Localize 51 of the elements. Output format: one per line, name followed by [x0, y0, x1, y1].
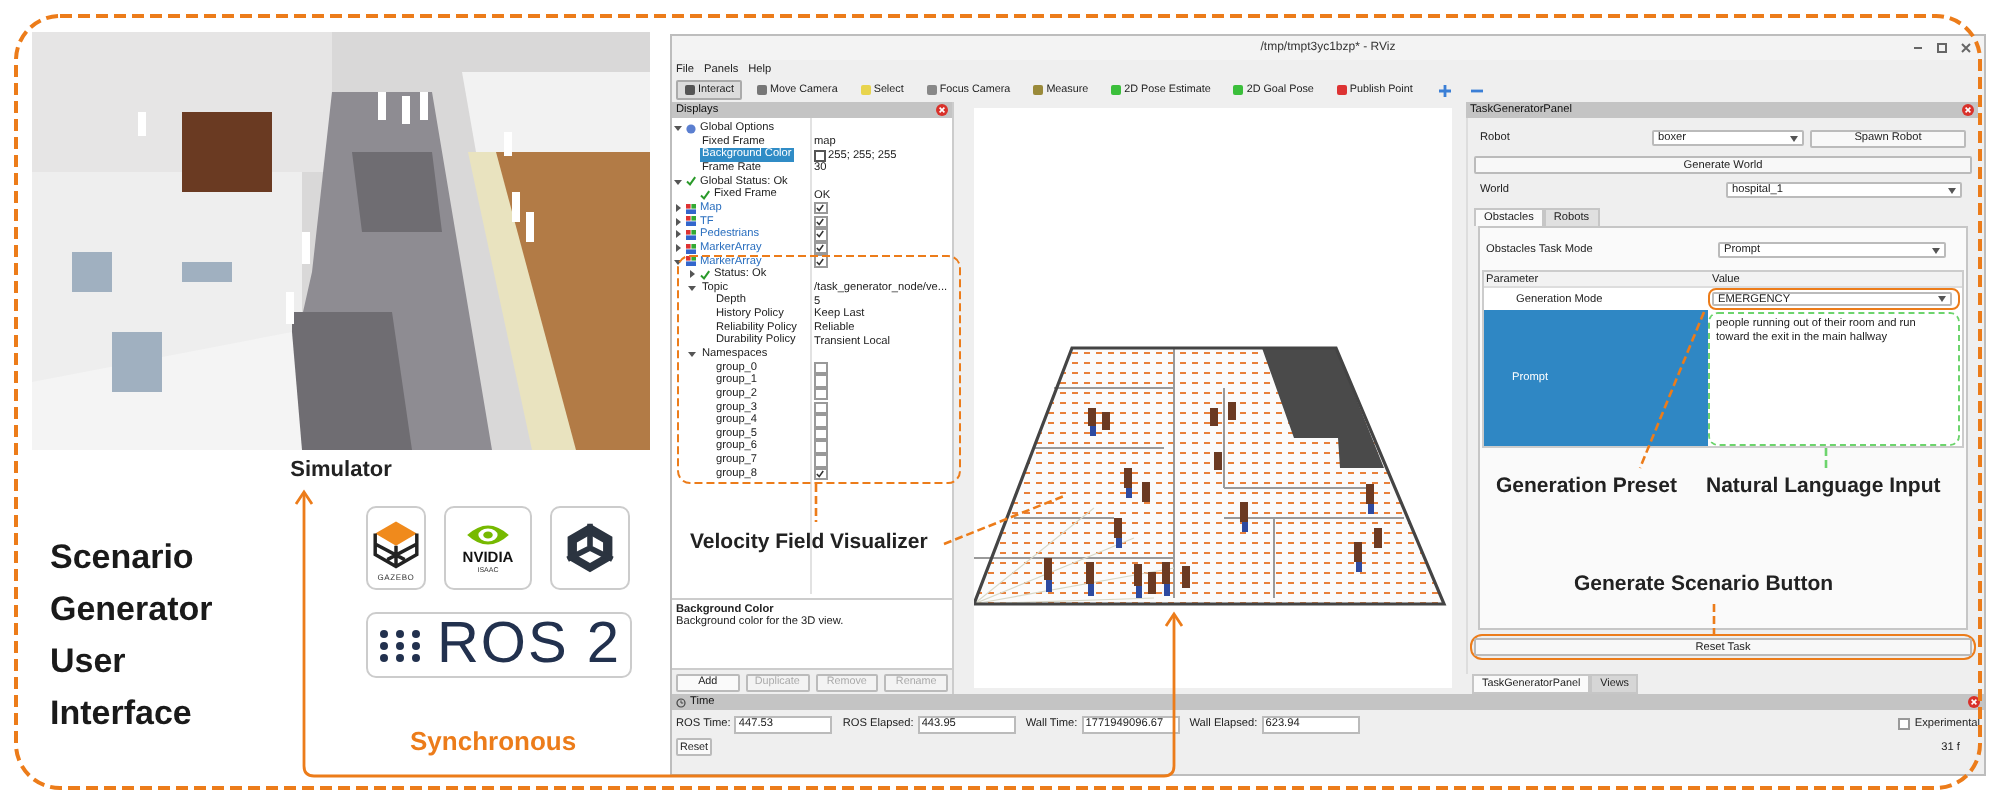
checkbox[interactable] — [814, 454, 827, 468]
close-icon[interactable] — [1960, 42, 1972, 54]
expand-arrow-icon[interactable] — [688, 350, 696, 359]
checkbox[interactable] — [814, 215, 827, 229]
checkbox[interactable] — [814, 201, 827, 215]
expand-arrow-icon[interactable] — [688, 284, 696, 292]
caret-icon — [1938, 296, 1946, 302]
square-icon — [925, 84, 938, 96]
heading: Scenario Generator User Interface — [50, 536, 215, 736]
checkbox[interactable] — [814, 374, 827, 388]
expand-arrow-icon[interactable] — [674, 177, 682, 186]
annotation-label: Generate Scenario Button — [1574, 572, 1834, 596]
expand-arrow-icon[interactable] — [674, 244, 682, 253]
logo: ROS 2 — [366, 612, 632, 678]
square-icon — [859, 84, 872, 96]
caret-icon — [1932, 247, 1940, 253]
annotation-label: Natural Language Input — [1706, 474, 1941, 498]
leader-line — [814, 484, 818, 522]
caret-icon — [1948, 187, 1956, 193]
checkbox[interactable] — [814, 414, 827, 428]
clock-icon — [676, 697, 686, 707]
expand-arrow-icon[interactable] — [674, 257, 682, 266]
square-icon — [1232, 84, 1245, 96]
square-icon — [684, 84, 696, 96]
leader-line — [1824, 448, 1828, 470]
color-swatch — [814, 149, 826, 162]
expand-arrow-icon[interactable] — [688, 270, 696, 279]
annotation-label: Generation Preset — [1496, 474, 1677, 498]
expand-arrow-icon[interactable] — [674, 230, 682, 239]
checkbox[interactable] — [814, 361, 827, 375]
square-icon — [1032, 84, 1045, 96]
annotation-label: Velocity Field Visualizer — [690, 530, 928, 554]
check-icon — [700, 269, 710, 280]
square-icon — [755, 84, 768, 96]
logo — [550, 506, 630, 590]
square-icon — [1335, 84, 1348, 96]
caret-icon — [1790, 135, 1798, 141]
sync-label: Synchronous — [410, 726, 579, 756]
checkbox[interactable] — [1897, 717, 1911, 731]
expand-arrow-icon[interactable] — [674, 204, 682, 213]
plus-icon[interactable] — [1438, 83, 1453, 97]
checkbox[interactable] — [814, 440, 827, 454]
minimize-icon[interactable] — [1912, 42, 1924, 54]
expand-arrow-icon[interactable] — [674, 217, 682, 226]
leader-line — [943, 494, 1065, 546]
caption: Simulator — [290, 458, 392, 482]
expand-arrow-icon[interactable] — [674, 124, 682, 133]
checkbox[interactable] — [814, 401, 827, 415]
maximize-icon[interactable] — [1936, 42, 1948, 54]
square-icon — [1110, 84, 1123, 96]
checkbox[interactable] — [814, 228, 827, 242]
